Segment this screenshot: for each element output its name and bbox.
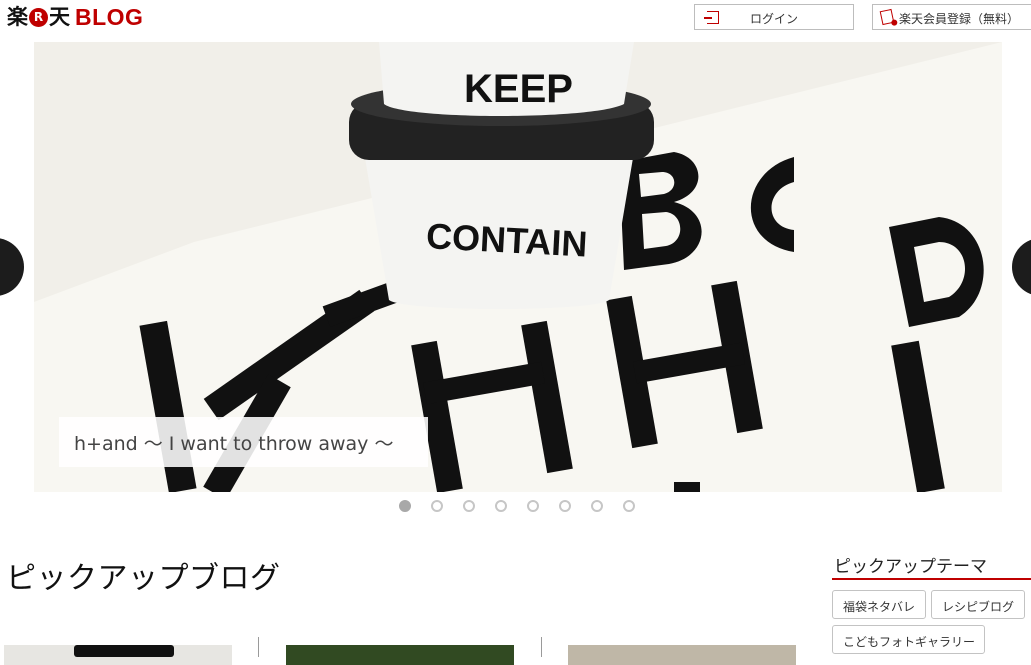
pickup-blog-thumbnail[interactable] xyxy=(568,645,796,665)
login-label: ログイン xyxy=(750,12,799,26)
thumbnail-cup xyxy=(74,645,174,657)
slider-pagination xyxy=(399,500,655,514)
slide-caption[interactable]: h+and ～ I want to throw away ～ xyxy=(59,417,428,467)
divider xyxy=(258,637,259,657)
slider-dot[interactable] xyxy=(559,500,571,512)
theme-tag[interactable]: こどもフォトギャラリー xyxy=(832,625,985,654)
theme-tag[interactable]: レシピブログ xyxy=(931,590,1025,619)
slider-dot[interactable] xyxy=(495,500,507,512)
pickup-blog-thumbnail[interactable] xyxy=(4,645,232,665)
divider xyxy=(541,637,542,657)
theme-title-underline xyxy=(832,578,1031,580)
cup-bottom-text: CONTAIN xyxy=(425,215,588,264)
slider-dot[interactable] xyxy=(399,500,411,512)
pickup-blog-title: ピックアップブログ xyxy=(6,561,281,596)
logo-kanji-right: 天 xyxy=(49,5,70,29)
login-button[interactable]: ログイン xyxy=(694,4,854,30)
theme-tag[interactable]: 福袋ネタバレ xyxy=(832,590,926,619)
register-button[interactable]: 楽天会員登録（無料） xyxy=(872,4,1031,30)
pickup-theme-title: ピックアップテーマ xyxy=(834,557,987,577)
logo-r-icon: R xyxy=(29,7,48,27)
slider-dot[interactable] xyxy=(527,500,539,512)
slider-dot[interactable] xyxy=(623,500,635,512)
slider-prev-arrow-icon[interactable] xyxy=(0,238,24,296)
logo-kanji-left: 楽 xyxy=(7,5,28,29)
rakuten-blog-logo[interactable]: 楽 R 天 BLOG xyxy=(7,4,143,30)
header: 楽 R 天 BLOG ログイン 楽天会員登録（無料） xyxy=(0,0,1031,40)
register-icon xyxy=(879,8,895,26)
slider-next-arrow-icon[interactable] xyxy=(1012,238,1031,296)
cup-top-text: KEEP xyxy=(464,67,573,111)
logo-blog-text: BLOG xyxy=(75,4,144,30)
slider-dot[interactable] xyxy=(431,500,443,512)
register-label: 楽天会員登録（無料） xyxy=(899,12,1020,26)
slider-dot[interactable] xyxy=(463,500,475,512)
pickup-blog-thumbnail[interactable] xyxy=(286,645,514,665)
login-icon xyxy=(704,11,719,24)
slider-dot[interactable] xyxy=(591,500,603,512)
